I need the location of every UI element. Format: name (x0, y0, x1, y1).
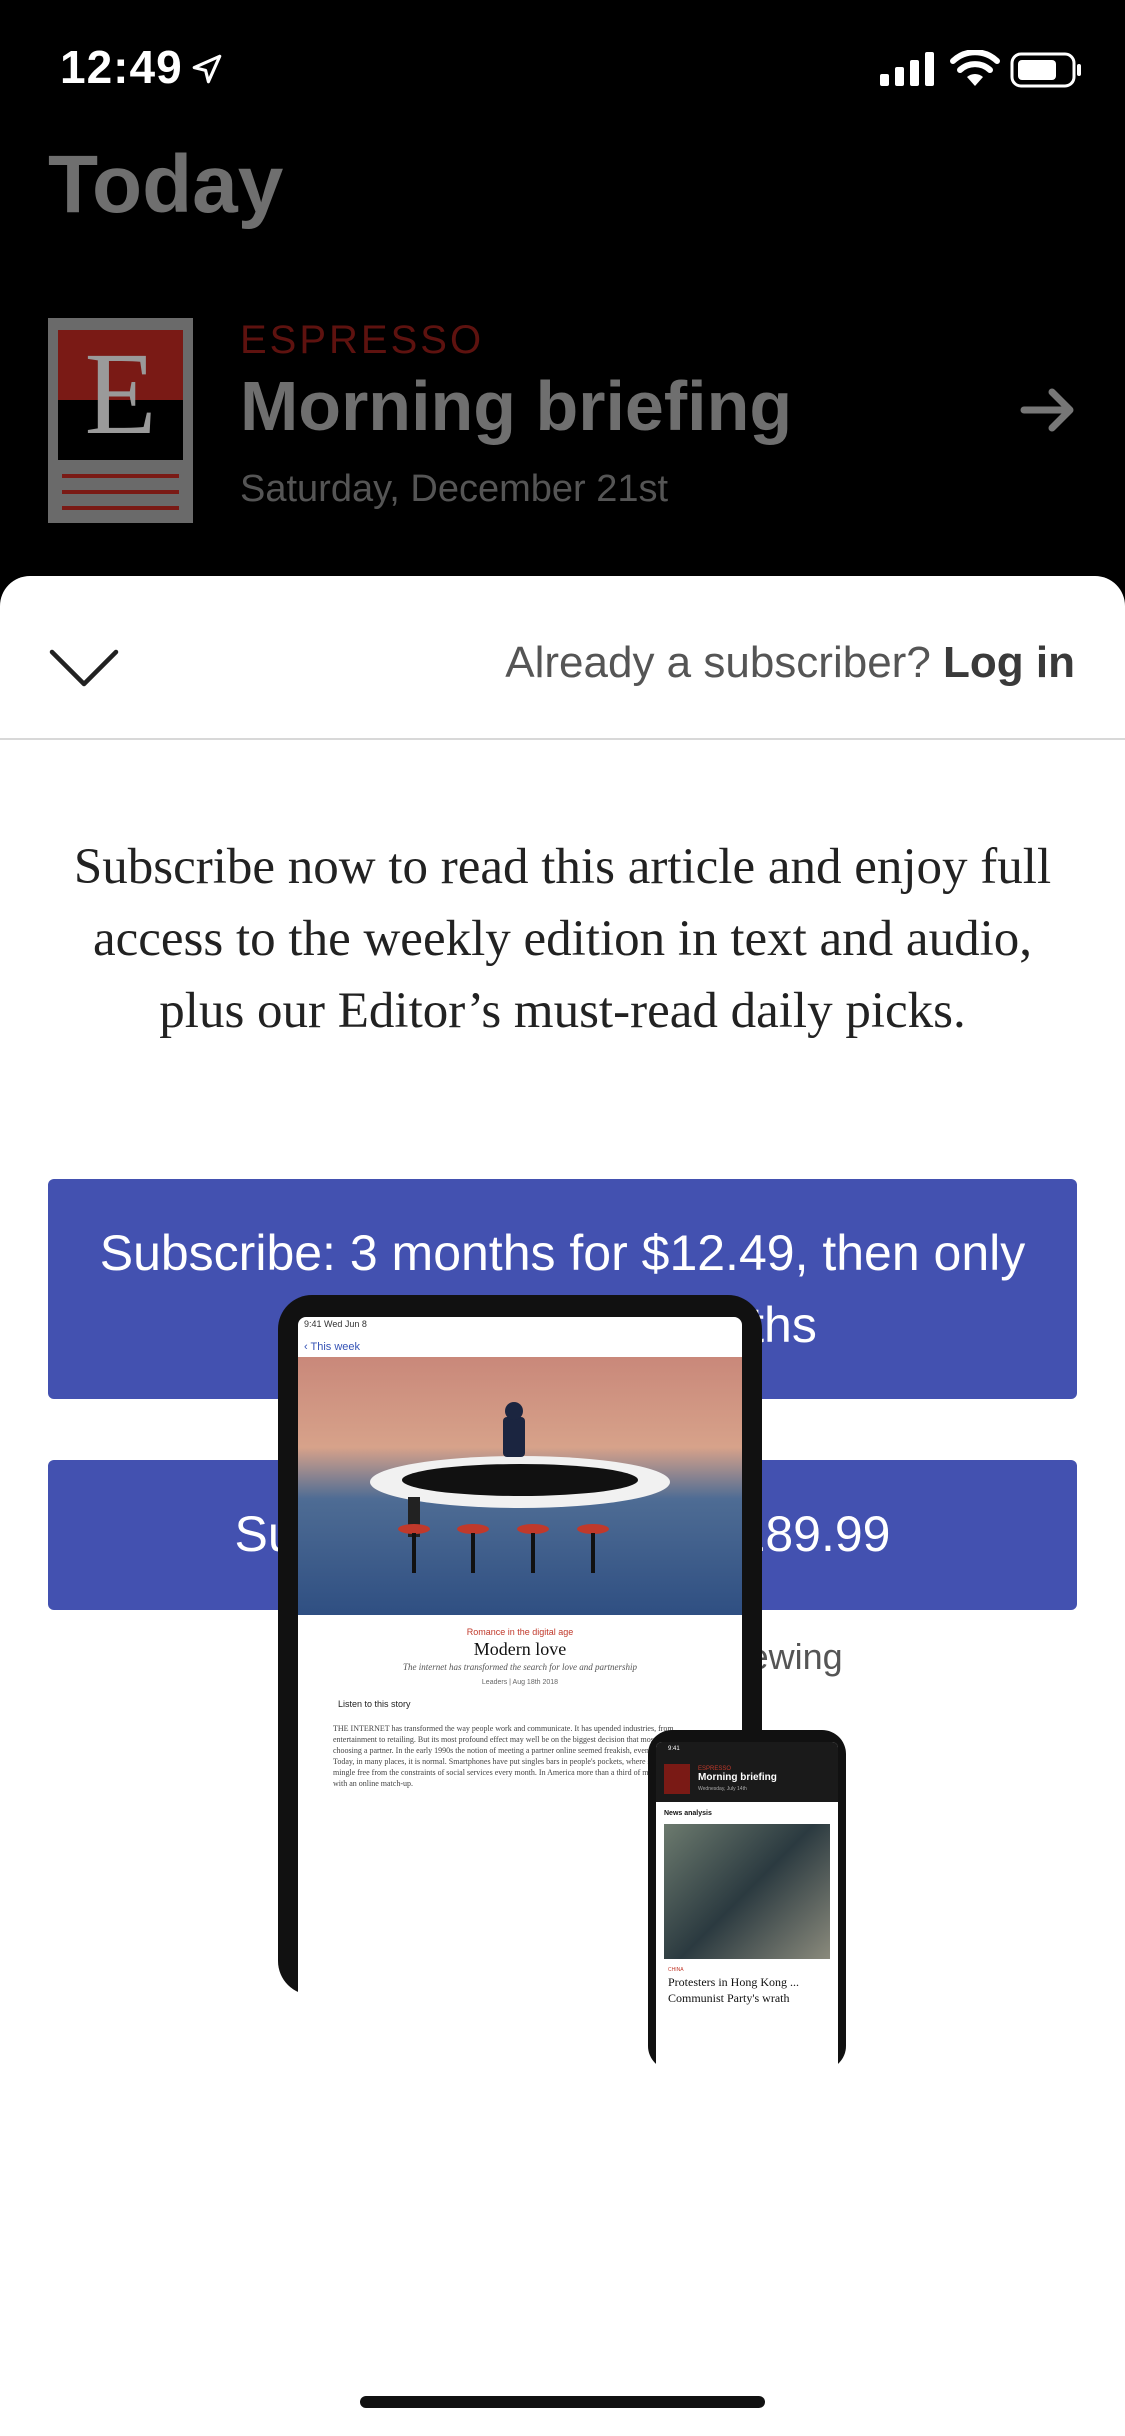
phone-mockup: 9:41 ESPRESSO Morning briefing Wednesday… (648, 1730, 846, 2072)
status-bar: 12:49 (0, 0, 1125, 140)
card-kicker: ESPRESSO (240, 318, 485, 362)
espresso-logo: E (48, 318, 193, 523)
subscribe-lead-text: Subscribe now to read this article and e… (73, 839, 1052, 1039)
cellular-signal-icon (880, 52, 934, 86)
chevron-down-icon[interactable] (48, 646, 120, 690)
battery-icon (1010, 52, 1081, 88)
location-arrow-icon (192, 54, 222, 84)
arrow-right-icon (1020, 388, 1074, 432)
status-time: 12:49 (60, 41, 183, 93)
card-title: Morning briefing (240, 367, 793, 445)
espresso-card[interactable]: E ESPRESSO Morning briefing Saturday, De… (48, 318, 1078, 528)
card-date: Saturday, December 21st (240, 468, 669, 510)
home-indicator[interactable] (360, 2396, 765, 2408)
already-subscriber-text: Already a subscriber? (505, 638, 931, 687)
sheet-header: Already a subscriber? Log in (0, 576, 1125, 740)
phone-news-photo (664, 1824, 830, 1959)
page-title: Today (48, 139, 284, 230)
wifi-icon (950, 50, 1000, 86)
login-prompt: Already a subscriber? Log in (505, 638, 1075, 688)
login-link[interactable]: Log in (943, 638, 1075, 687)
tablet-illustration (298, 1357, 742, 1615)
